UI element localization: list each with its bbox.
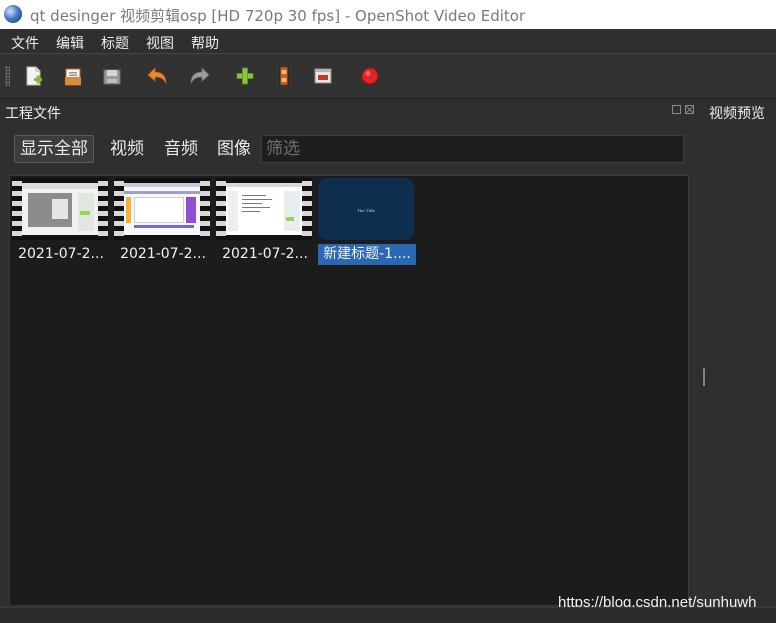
file-label: 2021-07-2... xyxy=(120,246,206,262)
title-thumbnail-text: The Title xyxy=(356,208,376,213)
menu-edit[interactable]: 编辑 xyxy=(56,33,84,53)
project-files-dock-header: 工程文件 xyxy=(0,99,700,123)
profile-icon[interactable] xyxy=(272,64,296,88)
menubar: 文件 编辑 标题 视图 帮助 xyxy=(0,29,776,54)
video-thumbnail xyxy=(216,178,312,240)
video-thumbnail xyxy=(12,178,108,240)
undo-icon[interactable] xyxy=(145,64,169,88)
video-thumbnail xyxy=(114,178,210,240)
menu-title[interactable]: 标题 xyxy=(101,33,129,53)
dock-float-icon[interactable] xyxy=(672,105,681,114)
splitter-handle[interactable] xyxy=(703,368,705,386)
openshot-logo-icon xyxy=(4,5,22,23)
video-preview-title[interactable]: 视频预览 xyxy=(709,103,765,123)
toolbar-grip-handle[interactable] xyxy=(5,66,10,86)
filter-audio-button[interactable]: 音频 xyxy=(159,135,203,163)
save-project-icon[interactable] xyxy=(100,64,124,88)
new-project-icon[interactable] xyxy=(22,64,46,88)
menu-view[interactable]: 视图 xyxy=(146,33,174,53)
title-thumbnail: The Title xyxy=(318,178,414,240)
file-label: 2021-07-2... xyxy=(18,246,104,262)
filter-image-button[interactable]: 图像 xyxy=(212,135,256,163)
export-video-icon[interactable] xyxy=(358,64,382,88)
filter-video-button[interactable]: 视频 xyxy=(105,135,149,163)
status-bar xyxy=(0,607,776,623)
window-titlebar: qt desinger 视频剪辑osp [HD 720p 30 fps] - O… xyxy=(0,0,776,29)
filter-show-all-button[interactable]: 显示全部 xyxy=(14,135,94,163)
menu-help[interactable]: 帮助 xyxy=(191,33,219,53)
file-item-video-1[interactable]: 2021-07-2... xyxy=(12,178,110,266)
file-label: 新建标题-1.... xyxy=(318,244,416,265)
project-files-title: 工程文件 xyxy=(5,106,61,122)
filter-bar: 显示全部 视频 音频 图像 xyxy=(0,133,700,167)
menu-file[interactable]: 文件 xyxy=(11,33,39,53)
main-toolbar xyxy=(0,54,776,99)
open-project-icon[interactable] xyxy=(61,64,85,88)
video-preview-dock xyxy=(700,123,776,606)
fullscreen-icon[interactable] xyxy=(311,64,335,88)
dock-close-icon[interactable] xyxy=(685,105,694,114)
filter-input[interactable] xyxy=(261,135,684,163)
redo-icon[interactable] xyxy=(188,64,212,88)
file-item-video-2[interactable]: 2021-07-2... xyxy=(114,178,212,266)
project-files-list[interactable]: 2021-07-2... 2021-07-2... 2021-07-2... T… xyxy=(9,175,689,606)
file-label: 2021-07-2... xyxy=(222,246,308,262)
import-files-icon[interactable] xyxy=(233,64,257,88)
window-title: qt desinger 视频剪辑osp [HD 720p 30 fps] - O… xyxy=(30,7,526,25)
file-item-video-3[interactable]: 2021-07-2... xyxy=(216,178,314,266)
file-item-title-1[interactable]: The Title 新建标题-1.... xyxy=(318,178,416,266)
